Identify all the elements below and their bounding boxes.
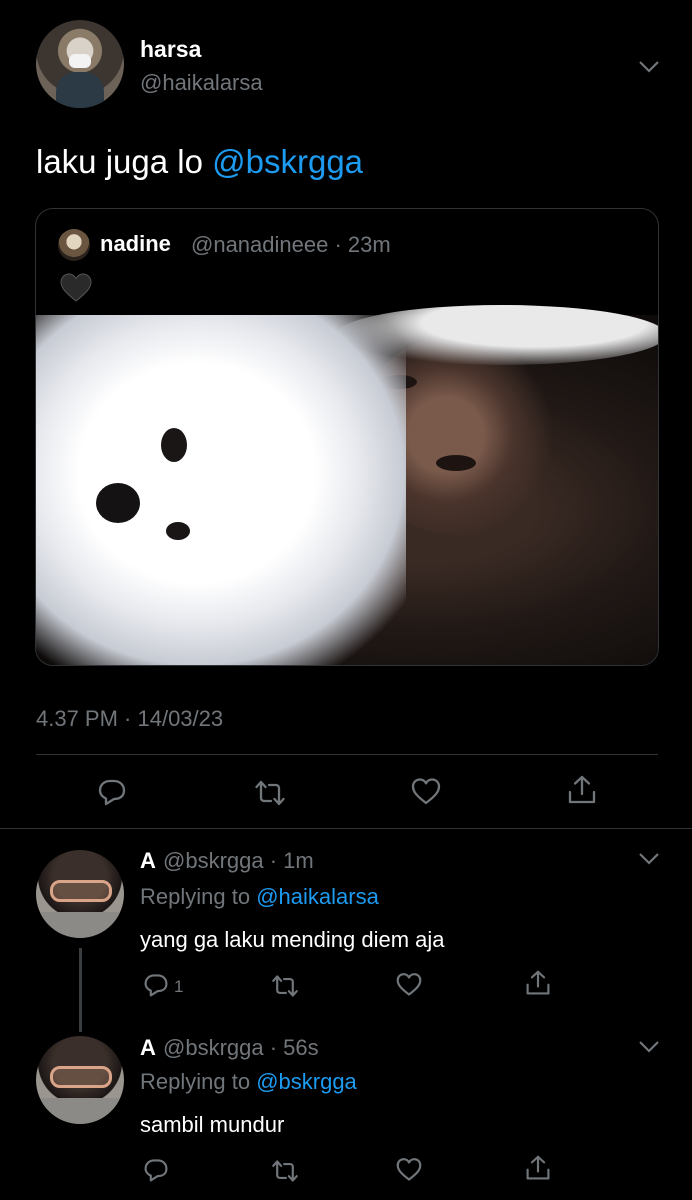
share-icon[interactable]	[525, 970, 551, 996]
quoted-author-avatar	[58, 229, 90, 261]
like-heart-icon[interactable]	[396, 1157, 422, 1183]
replying-to-mention[interactable]: @bskrgga	[256, 1069, 357, 1094]
chevron-down-icon[interactable]	[638, 60, 660, 74]
reply-author-name[interactable]: A	[140, 848, 156, 874]
share-icon[interactable]	[567, 775, 597, 805]
quoted-tweet-photo[interactable]	[36, 305, 658, 665]
divider	[0, 828, 692, 829]
chevron-down-icon[interactable]	[638, 852, 660, 866]
retweet-icon[interactable]	[255, 778, 285, 808]
black-heart-icon	[60, 273, 92, 303]
tweet-timestamp[interactable]: 4.37 PM · 14/03/23	[36, 706, 223, 732]
like-heart-icon[interactable]	[396, 972, 422, 998]
tweet-text: laku juga lo @bskrgga	[36, 143, 363, 181]
replying-to-label: Replying to	[140, 1069, 257, 1094]
replying-to-label: Replying to	[140, 884, 257, 909]
author-handle[interactable]: @haikalarsa	[140, 70, 263, 96]
author-display-name[interactable]: harsa	[140, 36, 201, 63]
quoted-tweet-card[interactable]: nadine @nanadineee · 23m	[35, 208, 659, 666]
share-icon[interactable]	[525, 1155, 551, 1181]
reply-author-name[interactable]: A	[140, 1035, 156, 1061]
reply-author-handle-time[interactable]: @bskrgga · 1m	[163, 848, 314, 874]
retweet-icon[interactable]	[272, 973, 298, 999]
quoted-author-name: nadine	[100, 231, 171, 256]
replying-to-line: Replying to @haikalarsa	[140, 884, 379, 910]
like-heart-icon[interactable]	[411, 777, 441, 807]
reply-text: sambil mundur	[140, 1112, 285, 1137]
reply-text: yang ga laku mending diem aja	[140, 927, 445, 952]
replying-to-line: Replying to @bskrgga	[140, 1069, 357, 1095]
divider	[36, 754, 658, 755]
tweet-text-body: laku juga lo	[36, 143, 213, 180]
replying-to-mention[interactable]: @haikalarsa	[256, 884, 379, 909]
reply-icon[interactable]	[97, 777, 127, 807]
reply-author-handle-time[interactable]: @bskrgga · 56s	[163, 1035, 319, 1061]
chevron-down-icon[interactable]	[638, 1040, 660, 1054]
reply-icon[interactable]	[143, 1157, 169, 1183]
quoted-author-handle-time: @nanadineee · 23m	[191, 232, 391, 257]
reply-count: 1	[174, 977, 184, 996]
retweet-icon[interactable]	[272, 1158, 298, 1184]
author-avatar[interactable]	[36, 20, 124, 108]
thread-line	[79, 948, 82, 1032]
mention-link[interactable]: @bskrgga	[212, 143, 363, 180]
reply-author-avatar[interactable]	[36, 850, 124, 938]
reply-icon[interactable]	[143, 972, 169, 998]
reply-author-avatar[interactable]	[36, 1036, 124, 1124]
